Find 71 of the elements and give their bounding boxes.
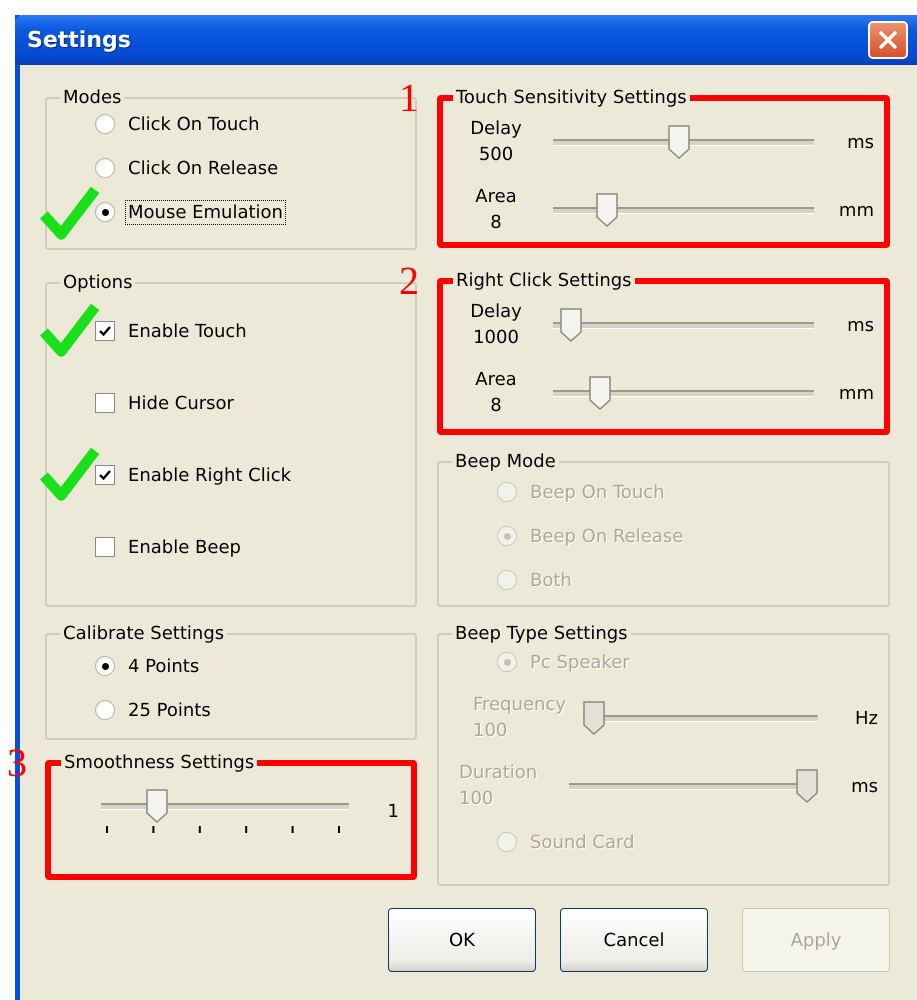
dialog-button[interactable]: OK [388,908,536,972]
slider-thumb[interactable] [588,376,611,410]
checkbox[interactable] [95,537,115,557]
option-label: Beep On Release [529,524,684,548]
option-label: Click On Touch [127,112,261,136]
group-title: Calibrate Settings [62,623,226,644]
radio-button[interactable] [95,114,115,134]
option-label: Click On Release [127,156,280,180]
slider-track[interactable] [553,192,814,228]
option-label: Mouse Emulation [125,200,286,224]
slider-label: Area [475,368,517,392]
slider-unit: mm [838,382,874,404]
dialog-button[interactable]: Cancel [560,908,708,972]
slider-thumb[interactable] [668,124,690,158]
slider-thumb[interactable] [146,789,168,823]
slider-value: 8 [490,394,502,418]
checkbox[interactable] [95,321,115,341]
annotation-number: 1 [399,78,419,118]
radio-button[interactable] [95,656,115,676]
group-title: Smoothness Settings [63,752,256,773]
slider-label: Area [475,185,517,209]
slider-thumb[interactable] [596,192,618,226]
option-label: Enable Beep [127,536,242,560]
slider-value: 100 [473,719,508,743]
option-label: Sound Card [529,830,636,854]
slider-track[interactable] [553,124,814,160]
check-icon [98,324,112,338]
radio-button[interactable] [95,202,115,222]
group-title: Beep Type Settings [454,623,629,644]
slider-label: Frequency [473,693,566,717]
slider-label: Duration [459,761,538,785]
option-label: Pc Speaker [529,650,631,674]
slider-track[interactable] [583,700,818,736]
group-title: Beep Mode [454,451,557,472]
option-label: Enable Touch [127,320,248,344]
close-icon [877,29,899,51]
slider-value: 100 [459,787,494,811]
slider-track[interactable] [569,768,818,804]
slider-value: 1 [386,801,399,822]
checkbox[interactable] [95,393,115,413]
option-label: Both [529,568,573,592]
slider-value: 500 [478,143,514,167]
radio-button[interactable] [95,158,115,178]
option-label: 4 Points [127,654,200,678]
slider-unit: mm [838,200,874,220]
option-label: 25 Points [127,698,212,722]
slider-value: 1000 [473,326,519,350]
annotation-number: 2 [399,261,419,301]
option-label: Enable Right Click [127,464,292,488]
check-icon [98,468,112,482]
slider-label: Delay [470,300,522,324]
group-title: Modes [62,87,122,108]
slider-value: 8 [490,211,502,235]
radio-button[interactable] [95,700,115,720]
slider-unit: ms [850,776,878,796]
window-title: Settings [27,28,131,52]
slider-unit: ms [846,314,874,336]
slider-unit: ms [846,132,874,152]
slider-unit: Hz [854,708,878,728]
slider-track[interactable] [553,376,814,410]
group-title: Touch Sensitivity Settings [455,87,688,108]
slider-track[interactable] [101,789,349,824]
slider-track[interactable] [553,308,814,342]
option-label: Beep On Touch [529,480,666,504]
checkbox[interactable] [95,465,115,485]
group-title: Right Click Settings [455,270,633,291]
close-button[interactable] [868,21,908,59]
option-label: Hide Cursor [127,392,235,416]
slider-thumb[interactable] [560,308,582,342]
slider-label: Delay [470,117,522,141]
group-title: Options [62,272,134,293]
